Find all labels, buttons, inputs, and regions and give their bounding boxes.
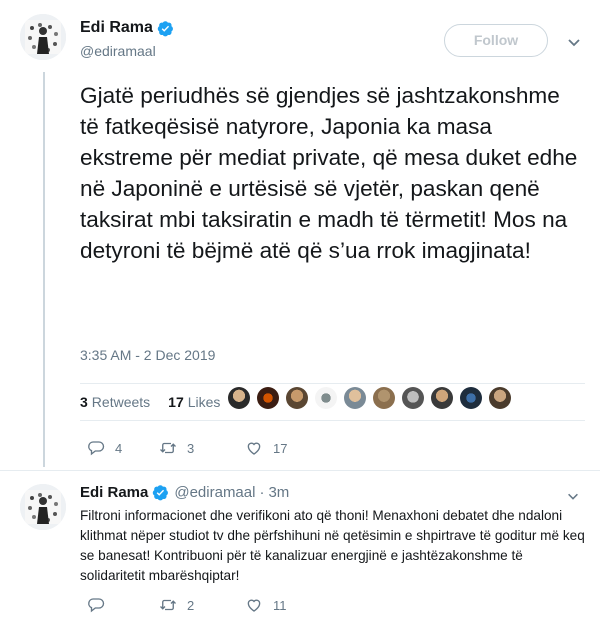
display-name[interactable]: Edi Rama (80, 19, 153, 37)
liker-avatar[interactable] (431, 387, 453, 409)
retweet-icon[interactable] (159, 596, 177, 614)
handle[interactable]: @ediramaal (80, 43, 156, 59)
tweet-stats: 3 Retweets 17 Likes (80, 385, 238, 419)
main-tweet: Edi Rama @ediramaal Follow Gjatë periudh… (0, 0, 600, 470)
like-action[interactable]: 11 (245, 596, 287, 614)
avatar[interactable] (20, 484, 66, 530)
author-name-row: Edi Rama (80, 19, 174, 37)
verified-badge-icon (157, 20, 174, 37)
reply-action[interactable] (87, 596, 159, 614)
follow-button[interactable]: Follow (444, 24, 548, 57)
tweet-text: Gjatë periudhës së gjendjes së jashtzako… (80, 83, 578, 263)
retweet-action[interactable]: 2 (159, 596, 245, 614)
reply-text: Filtroni informacionet dhe verifikoni at… (80, 508, 585, 583)
liker-avatar[interactable] (460, 387, 482, 409)
divider (80, 383, 585, 384)
avatar[interactable] (20, 14, 66, 60)
like-count: 11 (273, 597, 287, 613)
liker-avatar[interactable] (344, 387, 366, 409)
retweet-count: 2 (187, 597, 195, 613)
chevron-down-icon[interactable] (566, 34, 582, 50)
like-count: 17 (273, 440, 288, 456)
liker-avatar[interactable] (257, 387, 279, 409)
divider (80, 420, 585, 421)
separator: · (259, 484, 265, 501)
likes-stat[interactable]: 17 Likes (168, 394, 220, 410)
liker-avatar[interactable] (373, 387, 395, 409)
tweet-actions: 4 3 17 (87, 439, 287, 457)
handle[interactable]: @ediramaal (174, 484, 255, 501)
tweet-divider (0, 470, 600, 471)
author-name-row: Edi Rama @ediramaal · 3m (80, 484, 289, 501)
heart-icon[interactable] (245, 596, 263, 614)
chevron-down-icon[interactable] (566, 489, 580, 503)
liker-avatar[interactable] (228, 387, 250, 409)
likers-avatars (228, 387, 518, 409)
liker-avatar[interactable] (402, 387, 424, 409)
heart-icon[interactable] (245, 439, 263, 457)
reply-count: 4 (115, 440, 123, 456)
timestamp[interactable]: 3:35 AM - 2 Dec 2019 (80, 347, 215, 363)
liker-avatar[interactable] (315, 387, 337, 409)
retweet-count: 3 (187, 440, 195, 456)
retweet-icon[interactable] (159, 439, 177, 457)
display-name[interactable]: Edi Rama (80, 484, 148, 501)
retweets-stat[interactable]: 3 Retweets (80, 394, 150, 410)
liker-avatar[interactable] (286, 387, 308, 409)
verified-badge-icon (152, 484, 169, 501)
reply-icon[interactable] (87, 439, 105, 457)
reply-icon[interactable] (87, 596, 105, 614)
retweet-action[interactable]: 3 (159, 439, 245, 457)
like-action[interactable]: 17 (245, 439, 287, 457)
relative-time[interactable]: 3m (268, 484, 289, 501)
reply-action[interactable]: 4 (87, 439, 159, 457)
tweet-actions: 2 11 (87, 596, 287, 614)
liker-avatar[interactable] (489, 387, 511, 409)
